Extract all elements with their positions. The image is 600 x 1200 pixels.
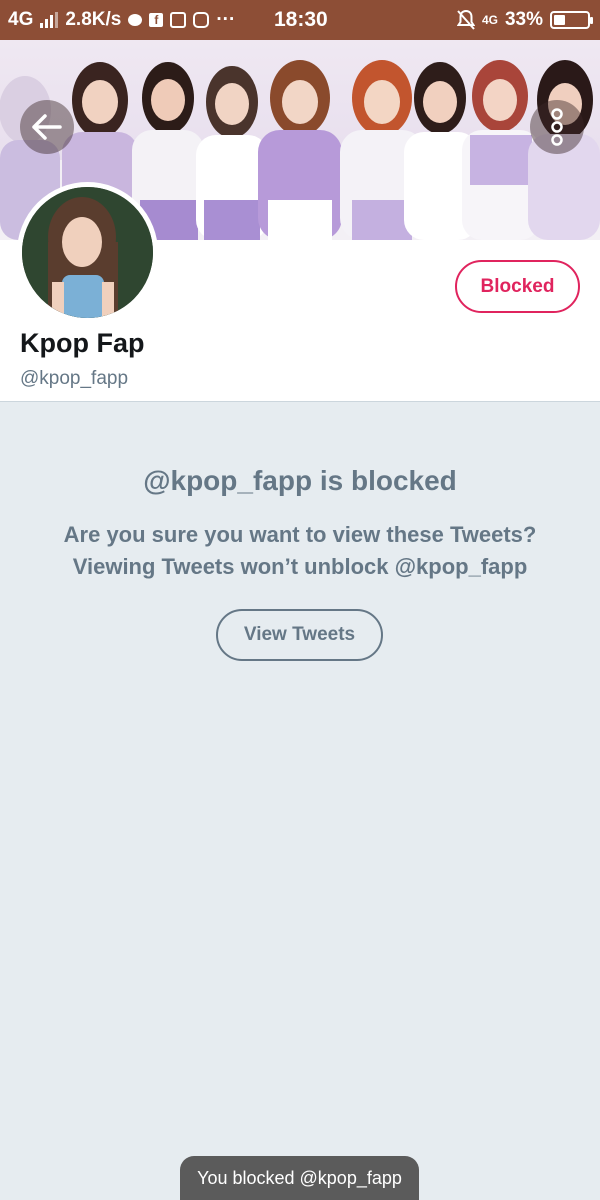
blocked-notice-title: @kpop_fapp is blocked [143,465,457,496]
arrow-left-icon [32,114,62,140]
more-notifications-icon: ··· [216,9,236,30]
blocked-button[interactable]: Blocked [455,260,580,313]
instagram-icon [193,12,210,28]
line-app-icon [128,14,143,26]
blocked-notice-line-1: Are you sure you want to view these Twee… [63,522,537,547]
gallery-icon [170,12,187,28]
blocked-notice-line-2: Viewing Tweets won’t unblock @kpop_fapp [72,554,528,579]
facebook-icon: f [149,13,164,27]
battery-percent: 33% [504,9,543,30]
notifications-off-icon [456,10,475,30]
profile-handle: @kpop_fapp [20,368,129,389]
clock: 18:30 [274,8,328,31]
toast-message: You blocked @kpop_fapp [180,1156,419,1200]
status-bar-right: 4G 33% [456,9,593,31]
vertical-dots-icon [551,108,563,146]
status-bar-left: 4G 2.8K/s f ··· [8,9,235,31]
avatar-image [22,187,153,318]
back-button[interactable] [20,100,74,154]
blocked-notice-body: Are you sure you want to view these Twee… [0,519,600,583]
network-speed: 2.8K/s [65,9,122,30]
network-label: 4G [8,9,34,30]
battery-icon [550,11,593,29]
avatar[interactable] [17,182,158,323]
network-4g-icon: 4G [481,13,498,27]
profile-display-name: Kpop Fap [20,328,145,358]
status-bar: 4G 2.8K/s f ··· 18:30 4G 33% [0,0,600,40]
signal-icon [40,12,59,28]
view-tweets-button[interactable]: View Tweets [216,609,383,661]
more-options-button[interactable] [530,100,584,154]
